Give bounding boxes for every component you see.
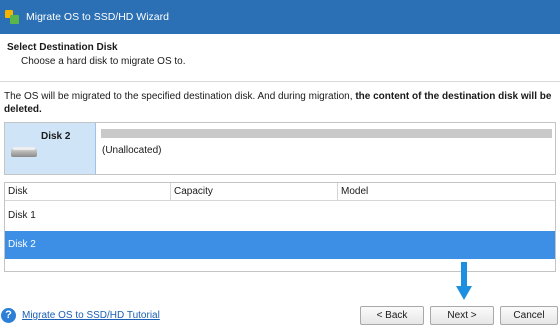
table-header: Disk Capacity Model [5, 183, 555, 201]
row-disk-name: Disk 1 [8, 210, 36, 221]
question-icon[interactable]: ? [1, 308, 16, 323]
tutorial-link[interactable]: Migrate OS to SSD/HD Tutorial [22, 310, 160, 321]
notice-text: The OS will be migrated to the specified… [4, 91, 356, 102]
disk-map: Disk 2 (Unallocated) [4, 122, 556, 175]
partition-label: (Unallocated) [102, 145, 162, 156]
migration-notice: The OS will be migrated to the specified… [4, 90, 556, 116]
partition-bar[interactable] [101, 129, 552, 138]
disk-map-name: Disk 2 [41, 131, 71, 142]
table-row[interactable]: Disk 1 [5, 202, 555, 230]
row-disk-name: Disk 2 [8, 239, 36, 250]
column-capacity[interactable]: Capacity [171, 183, 338, 201]
disk-map-header[interactable]: Disk 2 [5, 123, 96, 174]
wizard-header: Select Destination Disk Choose a hard di… [0, 34, 560, 82]
title-bar: Migrate OS to SSD/HD Wizard [0, 0, 560, 34]
table-row-selected[interactable]: Disk 2 [5, 231, 555, 259]
down-arrow-icon [456, 262, 472, 302]
disk-table: Disk Capacity Model Disk 1 Disk 2 [4, 182, 556, 272]
column-model[interactable]: Model [338, 183, 555, 201]
back-button[interactable]: < Back [360, 306, 424, 325]
window-title: Migrate OS to SSD/HD Wizard [26, 11, 169, 23]
cancel-button[interactable]: Cancel [500, 306, 558, 325]
column-disk[interactable]: Disk [5, 183, 171, 201]
page-title: Select Destination Disk [7, 42, 118, 53]
page-subtitle: Choose a hard disk to migrate OS to. [21, 56, 186, 67]
hard-disk-icon [11, 147, 37, 157]
next-button[interactable]: Next > [430, 306, 494, 325]
app-icon [5, 10, 19, 24]
